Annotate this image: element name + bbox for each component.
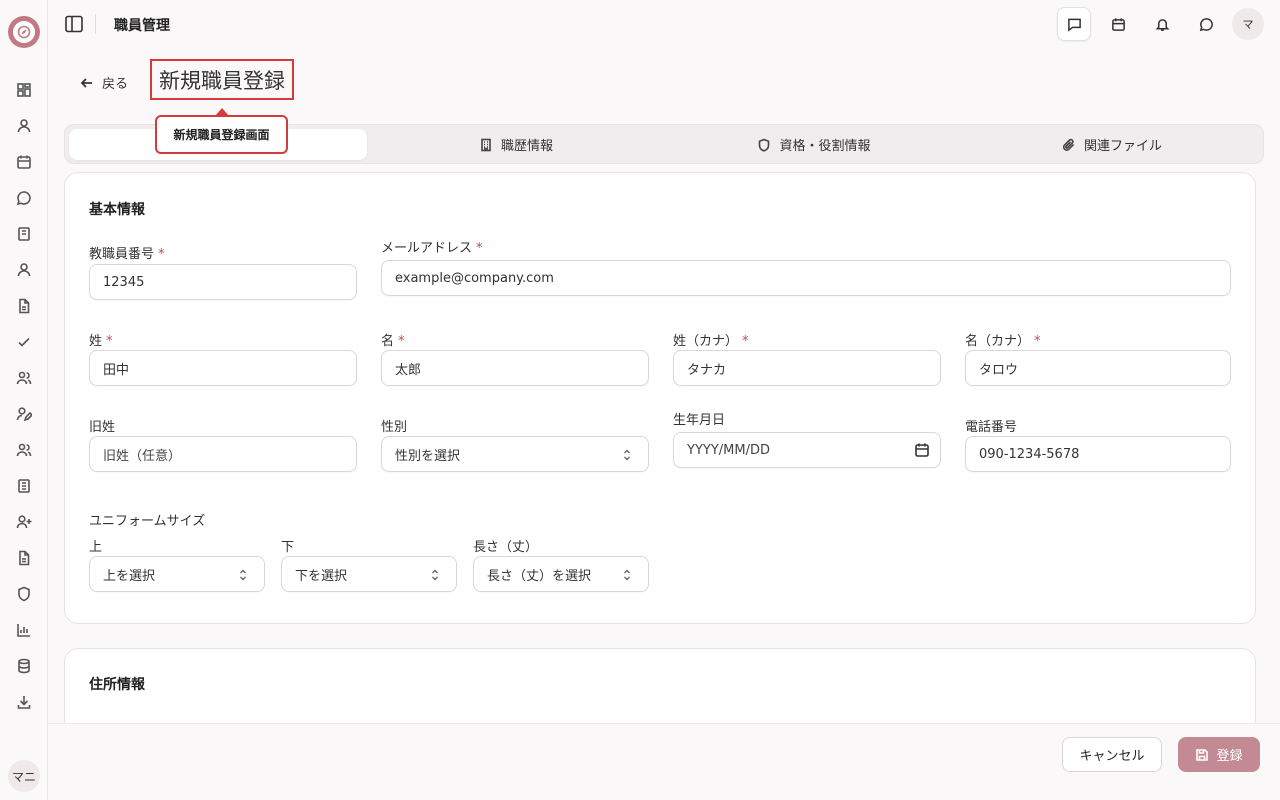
- uniform-size-label: ユニフォームサイズ: [89, 514, 206, 529]
- email-input[interactable]: example@company.com: [381, 260, 1231, 296]
- save-icon: [1196, 748, 1209, 761]
- message-square-icon: [1067, 18, 1081, 32]
- notifications-button[interactable]: [1146, 8, 1178, 40]
- uniform-top-select[interactable]: 上を選択: [89, 556, 265, 592]
- uniform-top-value: 上を選択: [103, 568, 156, 584]
- gender-select-value: 性別を選択: [395, 448, 461, 464]
- chat-icon: [1199, 17, 1213, 31]
- rail-user-icon[interactable]: [14, 116, 34, 136]
- calendar-button[interactable]: [1102, 8, 1134, 40]
- old-name-label: 旧姓: [89, 420, 116, 435]
- left-rail: マニ: [0, 0, 48, 800]
- uniform-length-label: 長さ（丈）: [473, 540, 539, 555]
- employee-no-label: 教職員番号 *: [89, 247, 165, 262]
- building-icon: [481, 138, 491, 151]
- chevrons-up-down-icon: [622, 448, 632, 462]
- cancel-button[interactable]: キャンセル: [1062, 737, 1162, 772]
- rail-document-icon[interactable]: [14, 296, 34, 316]
- birthday-placeholder: YYYY/MM/DD: [687, 442, 770, 458]
- rail-document-icon[interactable]: [14, 548, 34, 568]
- last-kana-input[interactable]: タナカ: [673, 350, 941, 386]
- tooltip-arrow: [215, 108, 229, 116]
- chat-button[interactable]: [1190, 8, 1222, 40]
- save-label: 登録: [1216, 749, 1243, 764]
- rail-check-icon[interactable]: [14, 332, 34, 352]
- back-link[interactable]: 戻る: [80, 73, 128, 92]
- chevrons-up-down-icon: [430, 568, 440, 582]
- section-title: 職員管理: [114, 18, 170, 34]
- uniform-top-label: 上: [89, 540, 103, 555]
- basic-info-title: 基本情報: [89, 202, 145, 218]
- tab-qualifications-label: 資格・役割情報: [779, 139, 871, 154]
- uniform-bottom-value: 下を選択: [295, 568, 348, 584]
- last-name-label: 姓 *: [89, 334, 113, 349]
- rail-user-icon[interactable]: [14, 260, 34, 280]
- top-divider: [95, 14, 96, 34]
- rail-database-icon[interactable]: [14, 656, 34, 676]
- basic-info-card: 基本情報 教職員番号 * 12345 メールアドレス * example@compa…: [64, 172, 1256, 624]
- gender-select[interactable]: 性別を選択: [381, 436, 649, 472]
- tab-files[interactable]: 関連ファイル: [963, 129, 1261, 160]
- calendar-icon: [1111, 17, 1125, 31]
- sidebar-toggle-icon[interactable]: [64, 14, 84, 34]
- rail-book-icon[interactable]: [14, 224, 34, 244]
- arrow-left-icon: [80, 77, 92, 88]
- employee-no-input[interactable]: 12345: [89, 264, 357, 300]
- rail-dashboard-icon[interactable]: [14, 80, 34, 100]
- page-title-tooltip: 新規職員登録画面: [155, 115, 288, 154]
- shield-icon: [759, 138, 770, 152]
- back-label: 戻る: [102, 77, 129, 92]
- user-avatar[interactable]: マ: [1232, 8, 1264, 40]
- rail-chat-icon[interactable]: [14, 188, 34, 208]
- tab-career[interactable]: 職歴情報: [367, 129, 665, 160]
- uniform-length-select[interactable]: 長さ（丈）を選択: [473, 556, 649, 592]
- phone-input[interactable]: 090-1234-5678: [965, 436, 1231, 472]
- top-bar: 職員管理 マ: [48, 0, 1280, 48]
- rail-users-icon[interactable]: [14, 440, 34, 460]
- rail-download-icon[interactable]: [14, 692, 34, 712]
- birthday-label: 生年月日: [673, 413, 726, 428]
- chevrons-up-down-icon: [622, 568, 632, 582]
- phone-label: 電話番号: [965, 420, 1018, 435]
- calendar-icon[interactable]: [914, 442, 930, 458]
- rail-user-plus-icon[interactable]: [14, 512, 34, 532]
- rail-bar-chart-icon[interactable]: [14, 620, 34, 640]
- last-kana-label: 姓（カナ） *: [673, 334, 749, 349]
- rail-shield-icon[interactable]: [14, 584, 34, 604]
- first-name-input[interactable]: 太郎: [381, 350, 649, 386]
- first-kana-label: 名（カナ） *: [965, 334, 1041, 349]
- rail-calendar-icon[interactable]: [14, 152, 34, 172]
- email-label: メールアドレス *: [381, 241, 483, 256]
- rail-user-edit-icon[interactable]: [14, 404, 34, 424]
- first-name-label: 名 *: [381, 334, 405, 349]
- chevrons-up-down-icon: [238, 568, 248, 582]
- uniform-bottom-select[interactable]: 下を選択: [281, 556, 457, 592]
- compass-icon: [17, 25, 31, 39]
- last-name-input[interactable]: 田中: [89, 350, 357, 386]
- address-info-title: 住所情報: [89, 677, 145, 693]
- uniform-length-value: 長さ（丈）を選択: [487, 568, 592, 584]
- tab-career-label: 職歴情報: [500, 139, 553, 154]
- birthday-input[interactable]: YYYY/MM/DD: [673, 432, 941, 468]
- tab-files-label: 関連ファイル: [1083, 139, 1162, 154]
- paperclip-icon: [1062, 138, 1075, 151]
- message-button[interactable]: [1057, 7, 1091, 41]
- save-button[interactable]: 登録: [1178, 737, 1260, 772]
- uniform-bottom-label: 下: [281, 540, 295, 555]
- bell-icon: [1155, 18, 1169, 31]
- page-title: 新規職員登録: [150, 59, 294, 100]
- rail-book-icon[interactable]: [14, 476, 34, 496]
- rail-user-avatar[interactable]: マニ: [8, 760, 40, 792]
- tab-qualifications[interactable]: 資格・役割情報: [665, 129, 963, 160]
- first-kana-input[interactable]: タロウ: [965, 350, 1231, 386]
- rail-users-icon[interactable]: [14, 368, 34, 388]
- app-logo[interactable]: [8, 16, 40, 48]
- gender-label: 性別: [381, 420, 408, 435]
- old-name-input[interactable]: 旧姓（任意）: [89, 436, 357, 472]
